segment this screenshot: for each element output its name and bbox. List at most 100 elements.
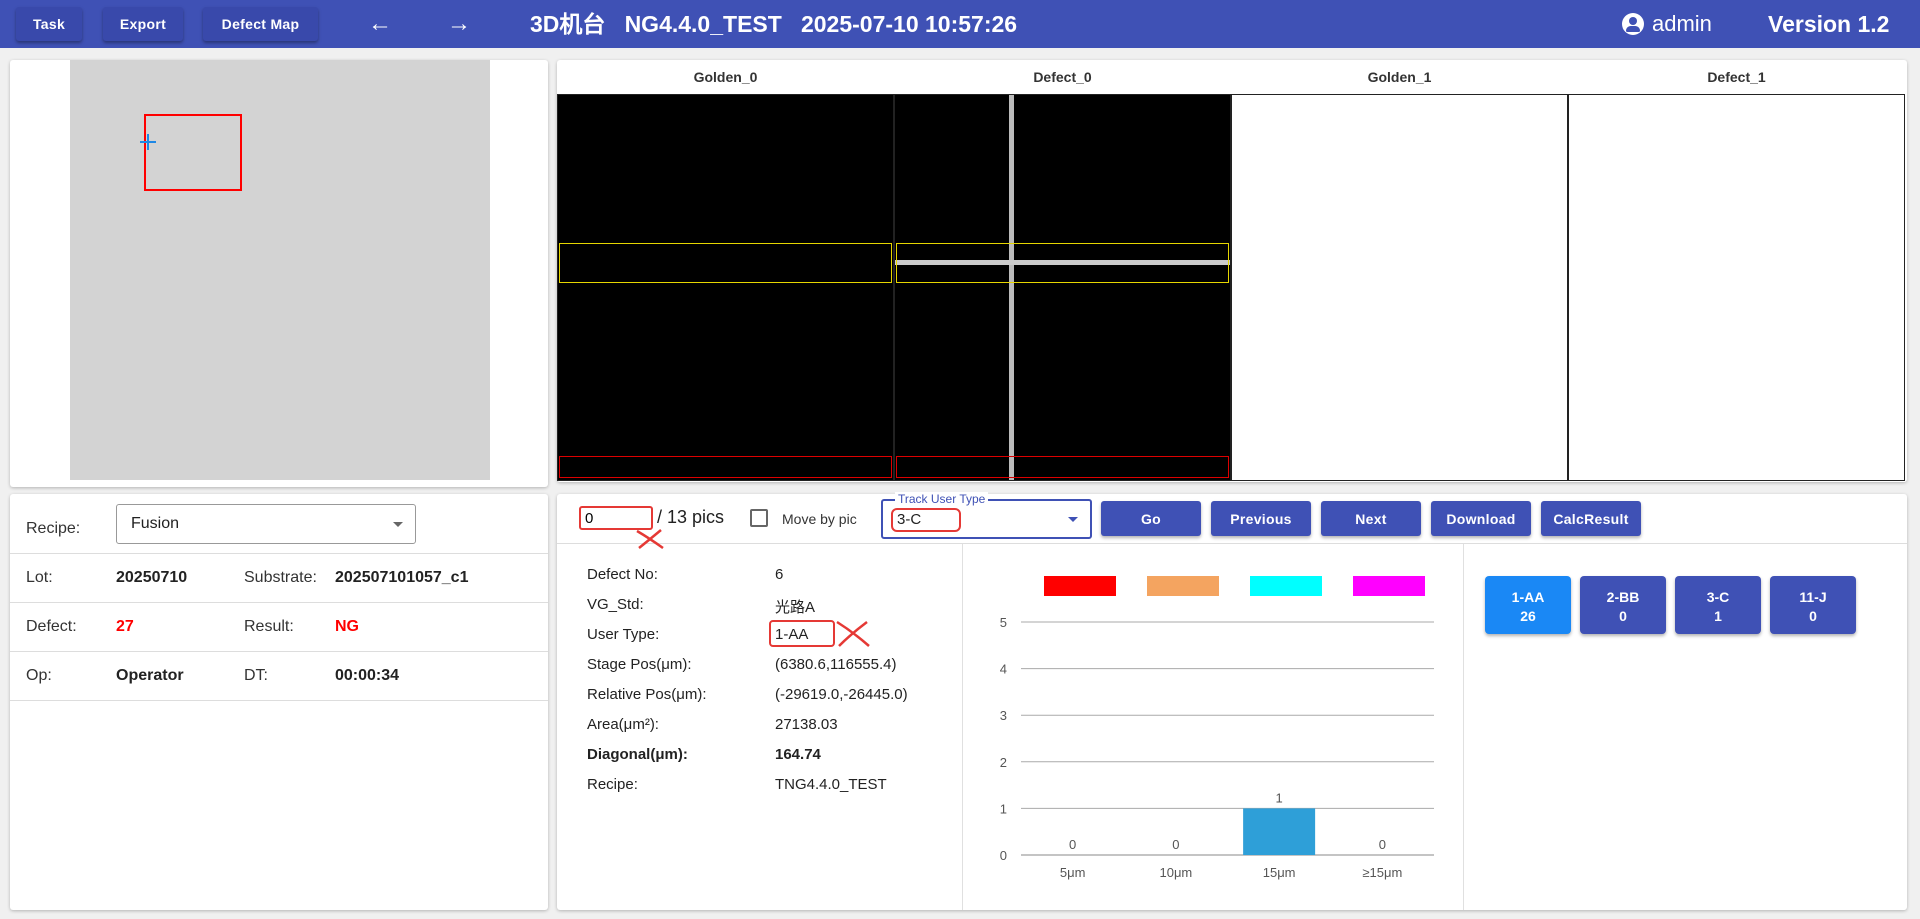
defect-map-button[interactable]: Defect Map: [203, 7, 318, 41]
version-label: Version 1.2: [1768, 11, 1890, 37]
detail-label: Stage Pos(μm):: [587, 656, 692, 673]
recipe-select[interactable]: Fusion: [116, 504, 416, 544]
calc-result-button[interactable]: CalcResult: [1541, 501, 1641, 536]
user-type-name: 2-BB: [1606, 588, 1640, 605]
defect-1-image[interactable]: [1568, 94, 1905, 481]
defect-label: Defect:: [26, 618, 77, 635]
pic-index-input[interactable]: [579, 506, 653, 530]
track-user-type-select[interactable]: Track User Type 3-C: [881, 492, 1092, 539]
substrate-value: 202507101057_c1: [335, 569, 469, 586]
wafer-map-panel: [10, 60, 548, 487]
defect-details: Defect No: 6 VG_Std: 光路A User Type: 1-AA…: [557, 544, 963, 910]
data-label: 0: [1069, 837, 1076, 852]
golden-0-image[interactable]: [557, 94, 894, 481]
op-value: Operator: [116, 667, 184, 684]
recipe-row: Recipe: Fusion: [10, 494, 548, 554]
data-label: 1: [1276, 790, 1283, 805]
user-type-button-1-aa[interactable]: 1-AA 26: [1485, 576, 1571, 634]
detail-label: Relative Pos(μm):: [587, 686, 707, 703]
map-selection-box: [144, 114, 242, 191]
detail-label: VG_Std:: [587, 596, 644, 613]
defect-0-image[interactable]: [894, 94, 1231, 481]
golden-1-image[interactable]: [1231, 94, 1568, 481]
images-panel: Golden_0 Defect_0 Golden_1 Defect_1: [557, 60, 1907, 482]
highlight-region: [896, 243, 1229, 283]
data-label: 0: [1379, 837, 1386, 852]
y-tick-label: 4: [1000, 662, 1007, 677]
next-button[interactable]: Next: [1321, 501, 1421, 536]
image-header-defect-0: Defect_0: [1033, 69, 1092, 85]
result-label: Result:: [244, 618, 294, 635]
user-type-name: 1-AA: [1511, 588, 1545, 605]
defect-region: [559, 456, 892, 478]
previous-button[interactable]: Previous: [1211, 501, 1311, 536]
task-button[interactable]: Task: [16, 7, 82, 41]
go-button[interactable]: Go: [1101, 501, 1201, 536]
user-type-button-11-j[interactable]: 11-J 0: [1770, 576, 1856, 634]
highlight-region: [559, 243, 892, 283]
image-header-defect-1: Defect_1: [1707, 69, 1766, 85]
y-tick-label: 0: [1000, 848, 1007, 863]
account-icon: [1622, 13, 1644, 35]
data-label: 0: [1172, 837, 1179, 852]
detail-value: (6380.6,116555.4): [775, 656, 897, 673]
user-type-count: 0: [1809, 607, 1817, 624]
detail-label: Recipe:: [587, 776, 638, 793]
substrate-label: Substrate:: [244, 569, 317, 586]
detail-value: (-29619.0,-26445.0): [775, 686, 908, 703]
user-type-button-3-c[interactable]: 3-C 1: [1675, 576, 1761, 634]
move-by-pic-label: Move by pic: [782, 511, 857, 527]
recipe-value: Fusion: [131, 515, 180, 532]
detail-value: TNG4.4.0_TEST: [775, 776, 887, 793]
operator-row: Op: Operator DT: 00:00:34: [10, 652, 548, 701]
defect-detail-panel: / 13 pics Move by pic Track User Type 3-…: [557, 492, 1907, 910]
user-name: admin: [1652, 11, 1712, 36]
track-user-type-value: 3-C: [891, 508, 961, 532]
user-menu[interactable]: admin: [1622, 0, 1712, 48]
export-button[interactable]: Export: [103, 7, 183, 41]
x-tick-label: 15μm: [1263, 865, 1296, 880]
defect-count: 27: [116, 618, 134, 635]
pic-total: / 13 pics: [657, 507, 725, 527]
user-type-panel: 1-AA 26 2-BB 0 3-C 1 11-J 0: [1465, 544, 1907, 910]
user-type-count: 0: [1619, 607, 1627, 624]
detail-value: 6: [775, 566, 784, 583]
move-by-pic-checkbox[interactable]: [750, 509, 768, 527]
back-arrow-icon[interactable]: ←: [360, 8, 400, 40]
detail-label: Area(μm²):: [587, 716, 659, 733]
page-title: 3D机台 NG4.4.0_TEST 2025-07-10 10:57:26: [530, 11, 1018, 37]
user-type-count: 26: [1520, 607, 1536, 624]
x-tick-label: ≥15μm: [1362, 865, 1402, 880]
dt-label: DT:: [244, 667, 268, 684]
user-type-name: 3-C: [1706, 588, 1730, 605]
dt-value: 00:00:34: [335, 667, 400, 684]
detail-value: 164.74: [775, 746, 821, 763]
detail-label: Diagonal(μm):: [587, 746, 688, 763]
download-button[interactable]: Download: [1431, 501, 1531, 536]
wafer-map[interactable]: [70, 60, 490, 480]
detail-value: 27138.03: [775, 716, 838, 733]
y-tick-label: 5: [1000, 615, 1007, 630]
recipe-label: Recipe:: [26, 520, 81, 537]
lot-value: 20250710: [116, 569, 188, 586]
detail-label: Defect No:: [587, 566, 658, 583]
lot-row: Lot: 20250710 Substrate: 202507101057_c1: [10, 554, 548, 603]
user-type-button-2-bb[interactable]: 2-BB 0: [1580, 576, 1666, 634]
detail-label: User Type:: [587, 626, 660, 643]
chevron-down-icon: [393, 522, 403, 527]
y-tick-label: 2: [1000, 755, 1007, 770]
info-panel: Recipe: Fusion Lot: 20250710 Substrate: …: [10, 494, 548, 910]
result-value: NG: [335, 618, 359, 635]
detail-value: 光路A: [775, 599, 816, 616]
x-tick-label: 5μm: [1060, 865, 1086, 880]
defect-size-chart: 0 1 2 3 4 5 0 5μm 0 10μm 1 15μm 0 ≥15μm: [1000, 615, 1434, 880]
pattern-line: [1009, 95, 1014, 480]
top-bar: Task Export Defect Map ← → 3D机台 NG4.4.0_…: [0, 0, 1920, 48]
chevron-down-icon: [1068, 517, 1078, 522]
op-label: Op:: [26, 667, 52, 684]
controls-bar: / 13 pics Move by pic Track User Type 3-…: [557, 492, 1907, 550]
defect-size-chart-panel: 0 1 2 3 4 5 0 5μm 0 10μm 1 15μm 0 ≥15μm: [964, 544, 1464, 910]
forward-arrow-icon[interactable]: →: [439, 8, 479, 40]
x-tick-label: 10μm: [1159, 865, 1192, 880]
user-type-count: 1: [1714, 607, 1722, 624]
